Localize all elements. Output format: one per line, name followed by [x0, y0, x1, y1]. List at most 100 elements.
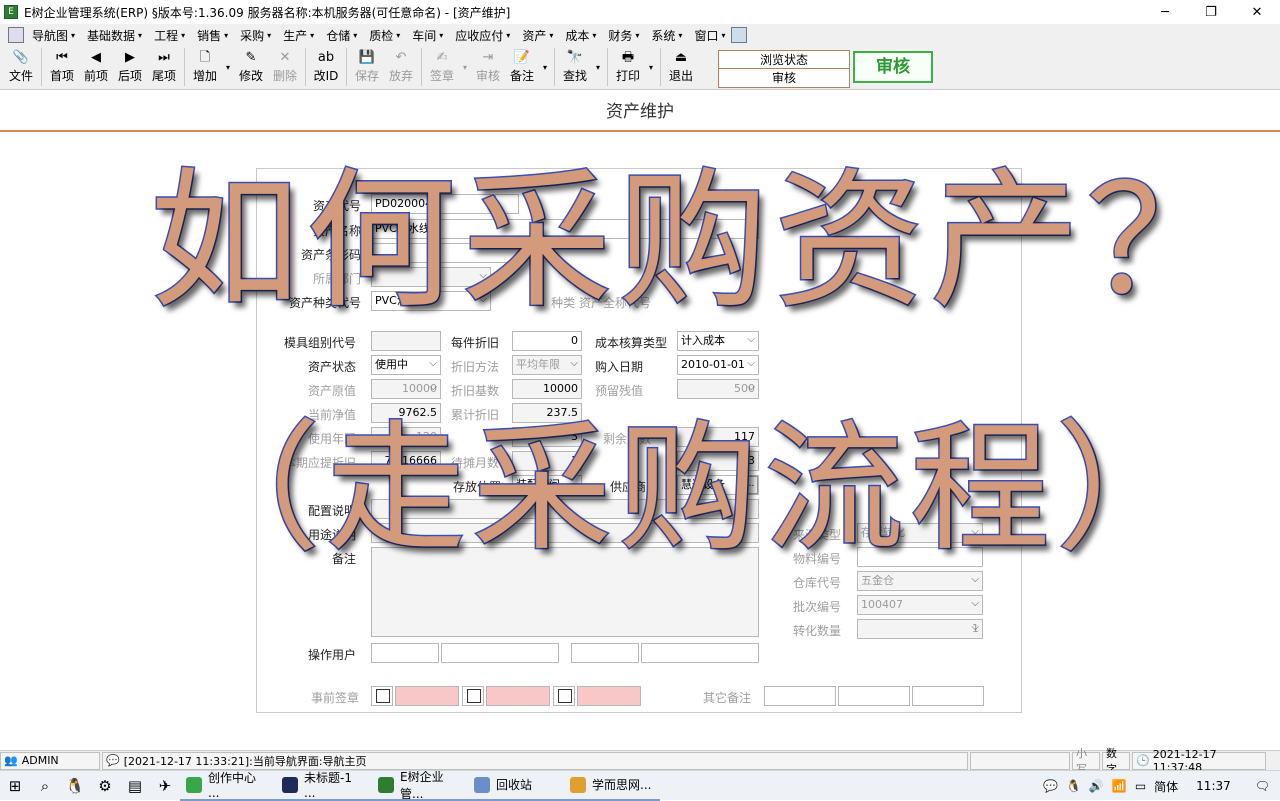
- toolbar-button-2[interactable]: ◀ 前项: [79, 46, 113, 88]
- residual-field[interactable]: 500: [677, 379, 759, 399]
- asset-code-ext-field[interactable]: [495, 194, 519, 214]
- toolbar-button-6[interactable]: ✎ 修改: [234, 46, 268, 88]
- months-field[interactable]: 3: [512, 427, 582, 447]
- audit-button[interactable]: 审核: [853, 51, 933, 83]
- presign-stamp-1[interactable]: [486, 686, 550, 706]
- volume-icon[interactable]: 🔊: [1085, 779, 1108, 793]
- menu-item-11[interactable]: 成本 ▾: [559, 24, 602, 46]
- presign-checkbox-1[interactable]: [467, 689, 481, 703]
- department-select[interactable]: [371, 267, 491, 287]
- menu-item-2[interactable]: 工程 ▾: [148, 24, 191, 46]
- cost-type-select[interactable]: 计入成本: [677, 331, 759, 351]
- toolbar-dropdown-icon[interactable]: ▾: [592, 46, 604, 88]
- toolbar-button-4[interactable]: ⏭ 尾项: [147, 46, 181, 88]
- toolbar-dropdown-icon[interactable]: ▾: [459, 46, 471, 88]
- other-field-1[interactable]: [764, 686, 836, 706]
- presign-stamp-0[interactable]: [395, 686, 459, 706]
- notes-icon[interactable]: ▤: [120, 771, 150, 801]
- toolbar-button-3[interactable]: ▶ 后项: [113, 46, 147, 88]
- per-piece-field[interactable]: 0: [512, 331, 582, 351]
- original-value-field[interactable]: 10000: [371, 379, 441, 399]
- presign-checkbox-2[interactable]: [558, 689, 572, 703]
- life-field[interactable]: 120: [371, 427, 441, 447]
- ime-indicator[interactable]: 简体: [1150, 778, 1182, 795]
- toolbar-button-1[interactable]: ⏮ 首项: [45, 46, 79, 88]
- usage-field[interactable]: [371, 523, 759, 543]
- menu-item-8[interactable]: 车间 ▾: [406, 24, 449, 46]
- toolbar-button-11[interactable]: ✍ 签章: [425, 46, 459, 88]
- method-select[interactable]: 平均年限: [512, 355, 582, 375]
- operator-field-4[interactable]: [641, 643, 759, 663]
- status-select[interactable]: 使用中: [371, 355, 441, 375]
- toolbar-button-9[interactable]: 💾 保存: [350, 46, 384, 88]
- tool-icon[interactable]: ⚙: [90, 771, 120, 801]
- accum-field[interactable]: 237.5: [512, 403, 582, 423]
- tray-qq-icon[interactable]: 🐧: [1062, 779, 1085, 793]
- menu-item-14[interactable]: 窗口 ▾: [688, 24, 731, 46]
- operator-field-2[interactable]: [441, 643, 559, 663]
- purchase-date-picker[interactable]: 2010-01-01: [677, 355, 759, 375]
- net-field[interactable]: 9762.5: [371, 403, 441, 423]
- toolbar-button-14[interactable]: 🔭 查找: [558, 46, 592, 88]
- barcode-field[interactable]: [371, 243, 521, 263]
- menu-item-3[interactable]: 销售 ▾: [191, 24, 234, 46]
- operator-field-1[interactable]: [371, 643, 439, 663]
- menu-item-9[interactable]: 应收应付 ▾: [449, 24, 516, 46]
- presign-stamp-2[interactable]: [577, 686, 641, 706]
- category-select[interactable]: PVC流水线: [371, 291, 491, 311]
- taskbar-app-3[interactable]: 回收站: [468, 771, 564, 801]
- menu-item-12[interactable]: 财务 ▾: [602, 24, 645, 46]
- toolbar-button-16[interactable]: ⏏ 退出: [664, 46, 698, 88]
- taskbar-app-4[interactable]: 学而思网...: [564, 771, 660, 801]
- taskbar-app-0[interactable]: 创作中心 ...: [180, 771, 276, 801]
- menu-item-4[interactable]: 采购 ▾: [234, 24, 277, 46]
- menu-item-1[interactable]: 基础数据 ▾: [81, 24, 148, 46]
- menu-item-5[interactable]: 生产 ▾: [277, 24, 320, 46]
- location-field[interactable]: 装配车间: [512, 475, 582, 495]
- menu-app-icon[interactable]: [8, 27, 24, 43]
- search-icon[interactable]: ⌕: [30, 771, 60, 801]
- toolbar-button-5[interactable]: 🗋 增加: [188, 46, 222, 88]
- windows-start-icon[interactable]: ⊞: [0, 771, 30, 801]
- taskbar-app-1[interactable]: 未标题-1 ...: [276, 771, 372, 801]
- toolbar-dropdown-icon[interactable]: ▾: [539, 46, 551, 88]
- menu-item-7[interactable]: 质检 ▾: [363, 24, 406, 46]
- other-field-3[interactable]: [912, 686, 984, 706]
- presign-checkbox-0[interactable]: [376, 689, 390, 703]
- supplier-browse-button[interactable]: …: [742, 476, 758, 494]
- toolbar-button-10[interactable]: ↶ 放弃: [384, 46, 418, 88]
- asset-code-field[interactable]: PD020004: [371, 194, 491, 214]
- spec-field[interactable]: [371, 499, 759, 519]
- toolbar-button-7[interactable]: ✕ 删除: [268, 46, 302, 88]
- qq-icon[interactable]: 🐧: [60, 771, 90, 801]
- wechat-icon[interactable]: 💬: [1039, 779, 1062, 793]
- menu-item-13[interactable]: 系统 ▾: [645, 24, 688, 46]
- feather-icon[interactable]: ✈: [150, 771, 180, 801]
- restore-icon[interactable]: ❐: [1188, 0, 1234, 24]
- asset-name-field[interactable]: PVC流水线: [371, 219, 759, 239]
- batch-select[interactable]: 100407: [857, 595, 983, 615]
- source-type-select[interactable]: 存货转化: [857, 523, 983, 543]
- warehouse-select[interactable]: 五金仓: [857, 571, 983, 591]
- menu-item-6[interactable]: 仓储 ▾: [320, 24, 363, 46]
- taskbar-app-2[interactable]: E树企业管...: [372, 771, 468, 801]
- remark-textarea[interactable]: [371, 547, 759, 637]
- qty-field[interactable]: 1: [857, 619, 983, 639]
- toolbar-dropdown-icon[interactable]: ▾: [222, 46, 234, 88]
- close-icon[interactable]: ✕: [1234, 0, 1280, 24]
- window-layout-icon[interactable]: [731, 27, 748, 43]
- notification-icon[interactable]: 🗨: [1245, 779, 1280, 793]
- menu-item-0[interactable]: 导航图 ▾: [26, 24, 81, 46]
- operator-field-3[interactable]: [571, 643, 639, 663]
- menu-item-10[interactable]: 资产 ▾: [516, 24, 559, 46]
- item-code-field[interactable]: [857, 547, 983, 567]
- period-field[interactable]: 79.16666: [371, 451, 441, 471]
- tray-clock[interactable]: 11:37: [1182, 779, 1245, 793]
- mold-field[interactable]: [371, 331, 441, 351]
- toolbar-button-13[interactable]: 📝 备注: [505, 46, 539, 88]
- toolbar-button-0[interactable]: 📎 文件: [4, 46, 38, 88]
- amort-right-field[interactable]: 3: [677, 451, 759, 471]
- remain-field[interactable]: 117: [677, 427, 759, 447]
- amort-field[interactable]: 1: [512, 451, 582, 471]
- minimize-icon[interactable]: ─: [1142, 0, 1188, 24]
